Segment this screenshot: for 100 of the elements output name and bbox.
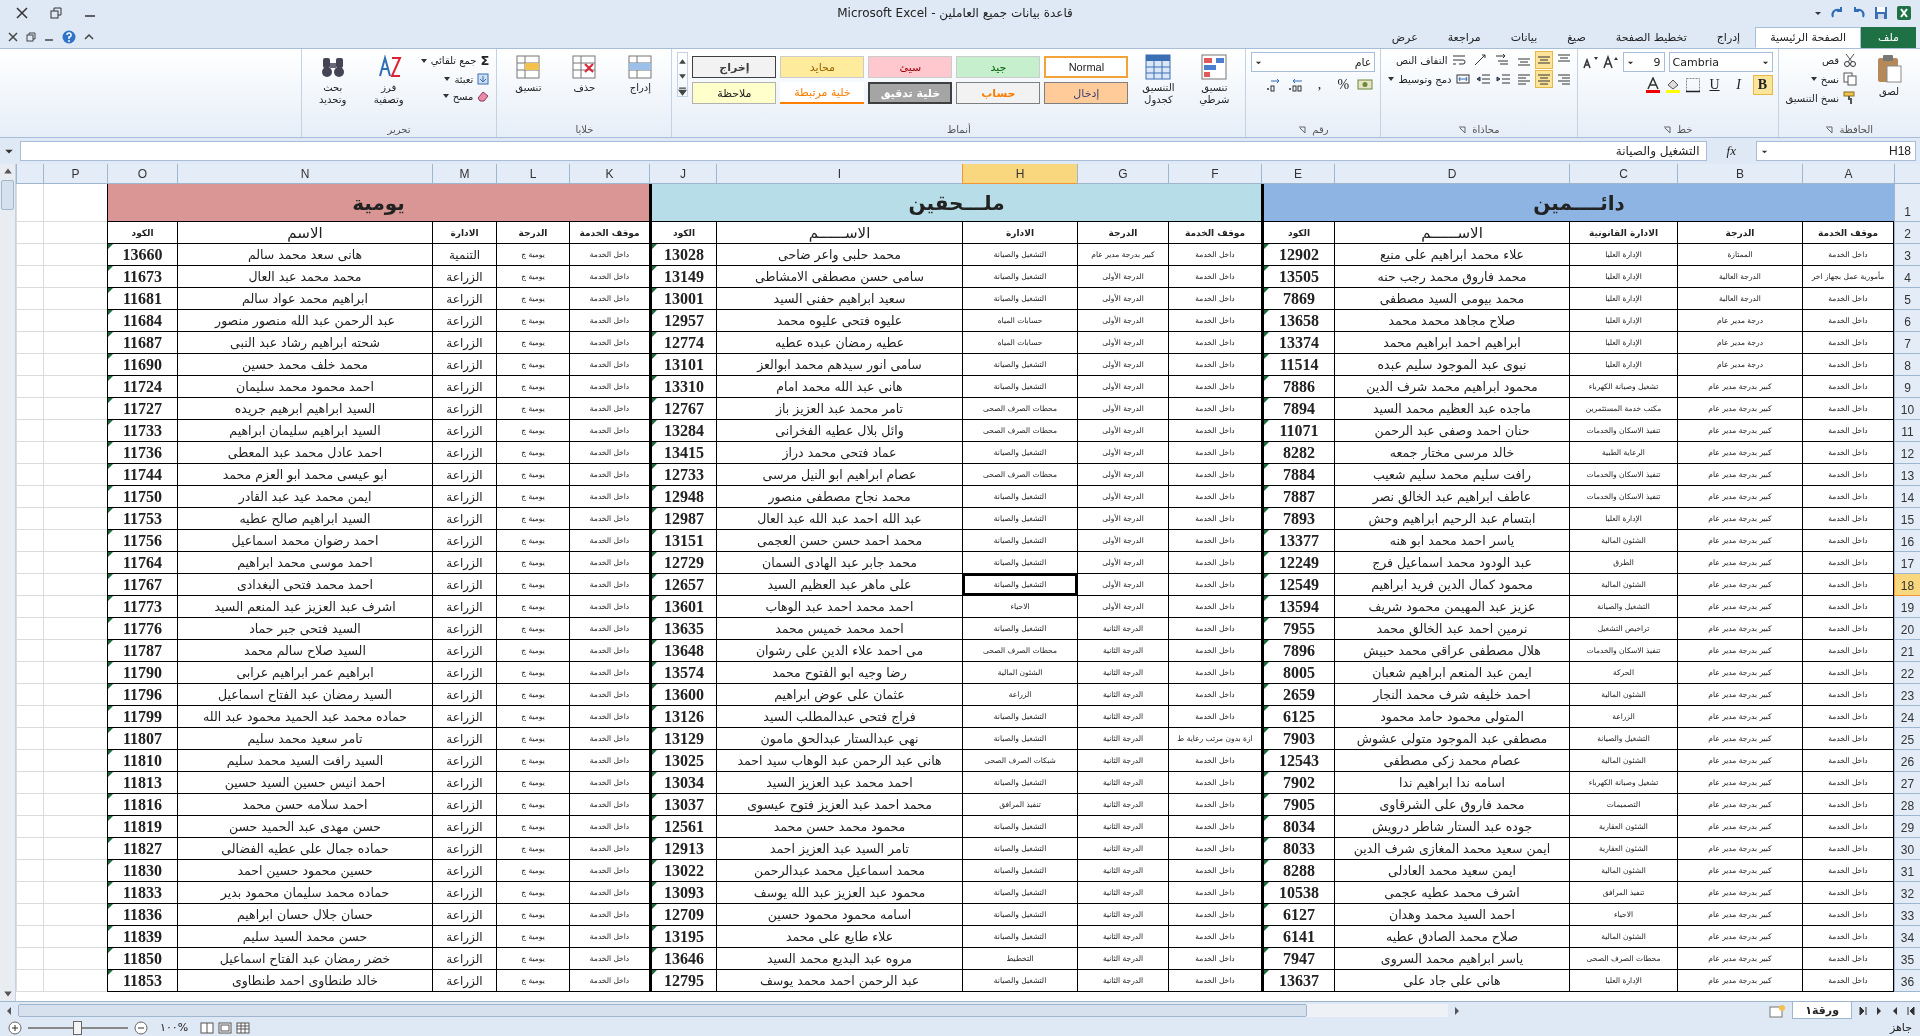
row-header[interactable]: 10: [1894, 398, 1920, 420]
row-header[interactable]: 20: [1894, 618, 1920, 640]
row-header[interactable]: 36: [1894, 970, 1920, 992]
ribbon-tab[interactable]: بيانات: [1495, 27, 1553, 48]
row-header[interactable]: 12: [1894, 442, 1920, 464]
row-header[interactable]: 18: [1894, 574, 1920, 596]
sort-filter-button[interactable]: فرز وتصفية: [362, 52, 415, 107]
merge-center-button[interactable]: دمج وتوسيط: [1386, 71, 1472, 87]
column-header[interactable]: G: [1077, 164, 1168, 184]
delete-cells-button[interactable]: حذف: [558, 52, 611, 96]
column-header[interactable]: A: [1802, 164, 1894, 184]
row-header[interactable]: 33: [1894, 904, 1920, 926]
cut-button[interactable]: قص: [1783, 52, 1859, 68]
row-header[interactable]: 1: [1894, 184, 1920, 222]
row-header[interactable]: 28: [1894, 794, 1920, 816]
row-header[interactable]: 7: [1894, 332, 1920, 354]
row-header[interactable]: 14: [1894, 486, 1920, 508]
ribbon-tab[interactable]: صيغ: [1552, 27, 1601, 48]
column-header[interactable]: M: [432, 164, 496, 184]
code-cell: 13126: [649, 706, 716, 728]
row-header[interactable]: 23: [1894, 684, 1920, 706]
cell-style-option[interactable]: إخراج: [692, 56, 777, 78]
row-header[interactable]: 34: [1894, 926, 1920, 948]
copy-button[interactable]: نسخ: [1783, 71, 1859, 87]
code-cell: 12767: [649, 398, 716, 420]
formula-field[interactable]: التشغيل والصيانة: [20, 141, 1707, 161]
underline-button[interactable]: U: [1704, 75, 1725, 95]
ribbon-tab[interactable]: إدراج: [1701, 27, 1756, 48]
row-header[interactable]: 19: [1894, 596, 1920, 618]
font-name-field[interactable]: Cambria: [1668, 52, 1773, 72]
percent-button[interactable]: %: [1333, 75, 1354, 95]
insert-function-button[interactable]: fx: [1712, 143, 1750, 159]
sheet-tab[interactable]: ورقة١: [1792, 1002, 1852, 1019]
row-header[interactable]: 32: [1894, 882, 1920, 904]
column-header[interactable]: O: [107, 164, 177, 184]
row-header[interactable]: 13: [1894, 464, 1920, 486]
row-header[interactable]: 26: [1894, 750, 1920, 772]
row-header[interactable]: 17: [1894, 552, 1920, 574]
row-header[interactable]: 16: [1894, 530, 1920, 552]
ribbon-tab[interactable]: تخطيط الصفحة: [1600, 27, 1702, 48]
paste-button[interactable]: لصق: [1863, 52, 1915, 100]
column-header[interactable]: B: [1677, 164, 1802, 184]
row-header[interactable]: 29: [1894, 816, 1920, 838]
column-header[interactable]: E: [1261, 164, 1334, 184]
wrap-text-button[interactable]: التفاف النص: [1393, 52, 1468, 68]
column-header[interactable]: L: [496, 164, 569, 184]
row-header[interactable]: 22: [1894, 662, 1920, 684]
format-painter-button[interactable]: نسخ التنسيق: [1783, 90, 1859, 106]
insert-cells-button[interactable]: إدراج: [614, 52, 667, 96]
cell-style-option[interactable]: إدخال: [1044, 82, 1129, 104]
bold-button[interactable]: B: [1752, 75, 1773, 95]
row-header[interactable]: 24: [1894, 706, 1920, 728]
row-header[interactable]: 6: [1894, 310, 1920, 332]
name-box[interactable]: H18: [1756, 141, 1916, 161]
row-header[interactable]: 31: [1894, 860, 1920, 882]
row-header[interactable]: 2: [1894, 222, 1920, 244]
cell-style-option[interactable]: سيئ: [868, 56, 953, 78]
comma-button[interactable]: ,: [1309, 75, 1330, 95]
cell-style-option[interactable]: Normal: [1044, 56, 1129, 78]
font-size-field[interactable]: 9: [1622, 52, 1665, 72]
column-header[interactable]: H: [962, 164, 1077, 184]
row-header[interactable]: 9: [1894, 376, 1920, 398]
row-header[interactable]: 4: [1894, 266, 1920, 288]
ribbon-tab[interactable]: عرض: [1376, 27, 1433, 48]
row-header[interactable]: 35: [1894, 948, 1920, 970]
fill-button[interactable]: تعبئة: [418, 72, 492, 86]
clear-button[interactable]: مسح: [418, 89, 492, 103]
cell-style-option[interactable]: ملاحظة: [692, 82, 777, 104]
column-header[interactable]: C: [1569, 164, 1677, 184]
ribbon-tab[interactable]: الصفحة الرئيسية: [1755, 27, 1862, 48]
row-header[interactable]: 30: [1894, 838, 1920, 860]
ribbon-tab[interactable]: مراجعة: [1432, 27, 1496, 48]
column-header[interactable]: D: [1334, 164, 1569, 184]
zoom-level[interactable]: %١٠٠: [154, 1021, 195, 1034]
row-header[interactable]: 8: [1894, 354, 1920, 376]
ribbon-tab[interactable]: ملف: [1861, 27, 1916, 48]
number-format-field[interactable]: عام: [1251, 52, 1376, 72]
row-header[interactable]: 5: [1894, 288, 1920, 310]
code-cell: 11776: [107, 618, 177, 640]
name-cell: عبد الرحمن احمد محمد يوسف: [716, 970, 962, 992]
row-header[interactable]: 25: [1894, 728, 1920, 750]
column-header[interactable]: J: [649, 164, 716, 184]
column-header[interactable]: N: [177, 164, 432, 184]
conditional-formatting-button[interactable]: تنسيق شرطي: [1188, 52, 1241, 107]
column-header[interactable]: I: [716, 164, 962, 184]
column-header[interactable]: F: [1168, 164, 1261, 184]
cell-style-option[interactable]: جيد: [956, 56, 1041, 78]
format-as-table-button[interactable]: التنسيق كجدول: [1132, 52, 1185, 107]
find-select-button[interactable]: بحث وتحديد: [306, 52, 359, 107]
row-header[interactable]: 11: [1894, 420, 1920, 442]
row-header[interactable]: 15: [1894, 508, 1920, 530]
cell-style-option[interactable]: محايد: [780, 56, 865, 78]
column-header[interactable]: P: [43, 164, 107, 184]
column-header[interactable]: K: [569, 164, 649, 184]
row-header[interactable]: 3: [1894, 244, 1920, 266]
format-cells-button[interactable]: تنسيق: [502, 52, 555, 96]
name-cell: حنان احمد وصفى عبد الرحمن: [1334, 420, 1569, 442]
row-header[interactable]: 27: [1894, 772, 1920, 794]
italic-button[interactable]: I: [1728, 75, 1749, 95]
row-header[interactable]: 21: [1894, 640, 1920, 662]
